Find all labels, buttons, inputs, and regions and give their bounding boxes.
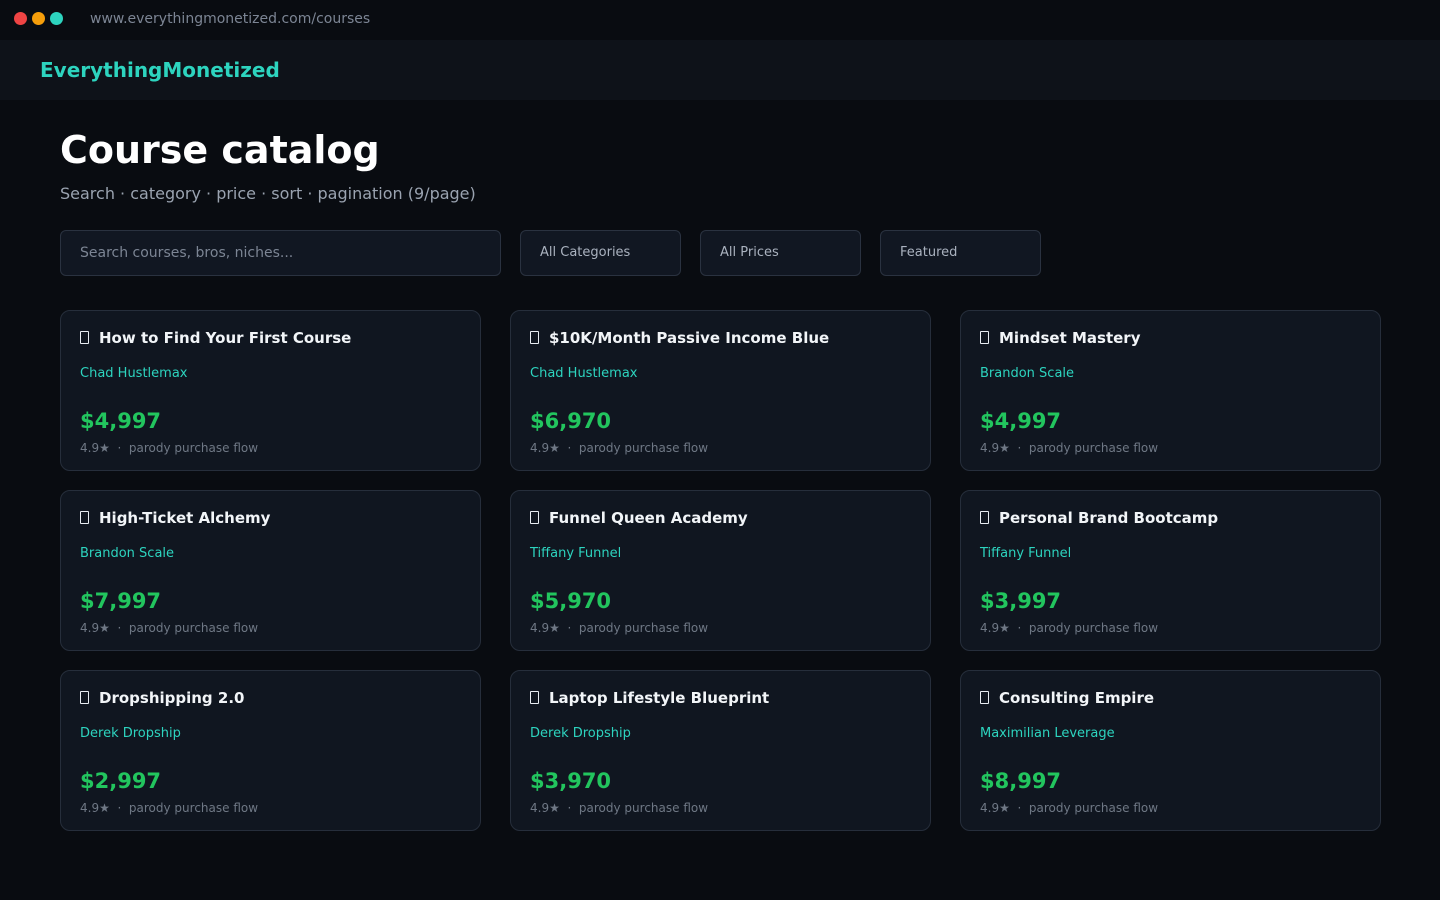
course-author[interactable]: Tiffany Funnel — [530, 546, 621, 561]
course-author[interactable]: Derek Dropship — [530, 726, 631, 741]
course-card[interactable]: Funnel Queen Academy Tiffany Funnel $5,9… — [510, 490, 931, 651]
course-meta: 4.9★ · parody purchase flow — [980, 801, 1159, 815]
course-title[interactable]: Laptop Lifestyle Blueprint — [549, 689, 769, 707]
course-meta: 4.9★ · parody purchase flow — [530, 621, 709, 635]
document-icon — [530, 511, 539, 524]
course-price: $6,970 — [530, 409, 612, 433]
course-meta: 4.9★ · parody purchase flow — [980, 621, 1159, 635]
course-meta: 4.9★ · parody purchase flow — [980, 441, 1159, 455]
course-title[interactable]: How to Find Your First Course — [99, 329, 351, 347]
minimize-window-dot[interactable] — [32, 12, 45, 25]
course-card[interactable]: Personal Brand Bootcamp Tiffany Funnel $… — [960, 490, 1381, 651]
category-select[interactable]: All Categories — [520, 230, 681, 276]
sort-select[interactable]: Featured — [880, 230, 1041, 276]
maximize-window-dot[interactable] — [50, 12, 63, 25]
course-card[interactable]: $10K/Month Passive Income Blue Chad Hust… — [510, 310, 931, 471]
course-price: $3,997 — [980, 589, 1062, 613]
browser-chrome: www.everythingmonetized.com/courses — [0, 0, 1440, 40]
course-meta: 4.9★ · parody purchase flow — [80, 441, 259, 455]
document-icon — [980, 511, 989, 524]
course-meta: 4.9★ · parody purchase flow — [80, 801, 259, 815]
course-price: $7,997 — [80, 589, 162, 613]
course-author[interactable]: Chad Hustlemax — [80, 366, 188, 381]
course-card[interactable]: Consulting Empire Maximilian Leverage $8… — [960, 670, 1381, 831]
document-icon — [530, 331, 539, 344]
course-price: $8,997 — [980, 769, 1062, 793]
course-title[interactable]: Mindset Mastery — [999, 329, 1140, 347]
course-card[interactable]: Dropshipping 2.0 Derek Dropship $2,997 4… — [60, 670, 481, 831]
brand-logo[interactable]: EverythingMonetized — [40, 58, 280, 82]
course-title[interactable]: High-Ticket Alchemy — [99, 509, 270, 527]
search-input[interactable] — [60, 230, 501, 276]
course-meta: 4.9★ · parody purchase flow — [530, 441, 709, 455]
course-card[interactable]: How to Find Your First Course Chad Hustl… — [60, 310, 481, 471]
document-icon — [80, 331, 89, 344]
document-icon — [980, 331, 989, 344]
close-window-dot[interactable] — [14, 12, 27, 25]
course-title[interactable]: Funnel Queen Academy — [549, 509, 748, 527]
document-icon — [530, 691, 539, 704]
course-price: $5,970 — [530, 589, 612, 613]
document-icon — [80, 511, 89, 524]
document-icon — [80, 691, 89, 704]
page-subtitle: Search · category · price · sort · pagin… — [60, 184, 476, 203]
course-price: $4,997 — [980, 409, 1062, 433]
course-author[interactable]: Tiffany Funnel — [980, 546, 1071, 561]
course-card[interactable]: Mindset Mastery Brandon Scale $4,997 4.9… — [960, 310, 1381, 471]
course-title[interactable]: Consulting Empire — [999, 689, 1154, 707]
page-title: Course catalog — [60, 128, 380, 172]
course-author[interactable]: Brandon Scale — [980, 366, 1074, 381]
site-navbar: EverythingMonetized — [0, 40, 1440, 100]
course-price: $2,997 — [80, 769, 162, 793]
course-author[interactable]: Chad Hustlemax — [530, 366, 638, 381]
document-icon — [980, 691, 989, 704]
course-meta: 4.9★ · parody purchase flow — [80, 621, 259, 635]
address-bar-url[interactable]: www.everythingmonetized.com/courses — [90, 11, 370, 27]
price-select[interactable]: All Prices — [700, 230, 861, 276]
course-meta: 4.9★ · parody purchase flow — [530, 801, 709, 815]
course-price: $3,970 — [530, 769, 612, 793]
course-title[interactable]: $10K/Month Passive Income Blue — [549, 329, 829, 347]
course-card[interactable]: Laptop Lifestyle Blueprint Derek Dropshi… — [510, 670, 931, 831]
course-author[interactable]: Maximilian Leverage — [980, 726, 1115, 741]
course-title[interactable]: Dropshipping 2.0 — [99, 689, 244, 707]
course-author[interactable]: Derek Dropship — [80, 726, 181, 741]
course-author[interactable]: Brandon Scale — [80, 546, 174, 561]
course-card[interactable]: High-Ticket Alchemy Brandon Scale $7,997… — [60, 490, 481, 651]
course-title[interactable]: Personal Brand Bootcamp — [999, 509, 1218, 527]
course-price: $4,997 — [80, 409, 162, 433]
